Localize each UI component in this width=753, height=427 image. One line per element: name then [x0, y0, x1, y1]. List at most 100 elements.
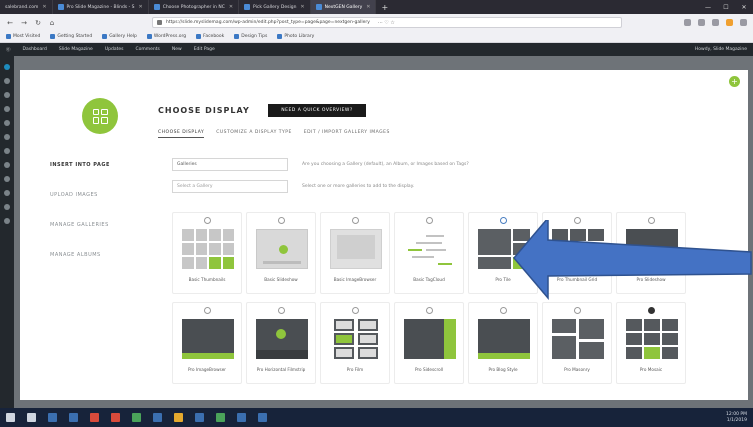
sidebar-icon[interactable]: [698, 19, 705, 26]
close-tab-icon[interactable]: ✕: [300, 4, 304, 10]
menu-comments-icon[interactable]: [4, 120, 10, 126]
radio-button[interactable]: [204, 217, 211, 224]
address-bar[interactable]: https://slide.myslidemag.com/wp-admin/ed…: [152, 17, 622, 28]
menu-settings-icon[interactable]: [4, 204, 10, 210]
nav-upload-images[interactable]: UPLOAD IMAGES: [20, 180, 148, 210]
adminbar-item[interactable]: Updates: [105, 47, 124, 52]
close-window-icon[interactable]: ✕: [735, 4, 753, 11]
gallery-search-input[interactable]: Select a Gallery: [172, 180, 288, 193]
display-card-basic-slideshow[interactable]: Basic Slideshow: [246, 212, 316, 294]
start-icon[interactable]: [6, 413, 15, 422]
file-explorer-icon[interactable]: [69, 413, 78, 422]
bookmark-item[interactable]: Design Tips: [234, 34, 267, 39]
bookmark-item[interactable]: Facebook: [196, 34, 224, 39]
display-card-pro-imagebrowser[interactable]: Pro ImageBrowser: [172, 302, 242, 384]
adminbar-item[interactable]: Slide Magazine: [59, 47, 93, 52]
display-card-pro-mosaic[interactable]: Pro Mosaic: [616, 302, 686, 384]
forward-icon[interactable]: →: [20, 19, 28, 27]
adminbar-item[interactable]: Edit Page: [194, 47, 215, 52]
close-tab-icon[interactable]: ✕: [42, 4, 46, 10]
radio-button[interactable]: [352, 217, 359, 224]
bookmark-item[interactable]: WordPress.org: [146, 34, 186, 39]
app-icon[interactable]: [195, 413, 204, 422]
gallery-source-select[interactable]: Galleries: [172, 158, 288, 171]
browser-tab[interactable]: Pick Gallery Design ✕: [239, 0, 311, 14]
display-card-basic-imagebrowser[interactable]: Basic ImageBrowser: [320, 212, 390, 294]
task-view-icon[interactable]: [48, 413, 57, 422]
radio-button[interactable]: [648, 307, 655, 314]
adminbar-item[interactable]: Dashboard: [23, 47, 47, 52]
extension-icon[interactable]: [726, 19, 733, 26]
menu-posts-icon[interactable]: [4, 78, 10, 84]
close-tab-icon[interactable]: ✕: [229, 4, 233, 10]
display-card-basic-tagcloud[interactable]: Basic TagCloud: [394, 212, 464, 294]
menu-media-icon[interactable]: [4, 92, 10, 98]
app-icon[interactable]: [258, 413, 267, 422]
minimize-icon[interactable]: —: [699, 4, 717, 11]
system-clock[interactable]: 12:00 PM 1/1/2019: [726, 412, 747, 424]
plus-icon[interactable]: +: [729, 76, 740, 87]
radio-button[interactable]: [278, 307, 285, 314]
library-icon[interactable]: [684, 19, 691, 26]
tab-customize-display[interactable]: CUSTOMIZE A DISPLAY TYPE: [216, 130, 292, 138]
radio-button[interactable]: [204, 307, 211, 314]
new-tab-icon[interactable]: +: [376, 3, 393, 12]
nav-manage-albums[interactable]: MANAGE ALBUMS: [20, 240, 148, 270]
bookmark-item[interactable]: Most Visited: [6, 34, 40, 39]
display-card-pro-horizontal-filmstrip[interactable]: Pro Horizontal Filmstrip: [246, 302, 316, 384]
bookmark-item[interactable]: Gallery Help: [102, 34, 137, 39]
tab-edit-import[interactable]: EDIT / IMPORT GALLERY IMAGES: [304, 130, 390, 138]
display-card-pro-sidescroll[interactable]: Pro Sidescroll: [394, 302, 464, 384]
back-icon[interactable]: ←: [6, 19, 14, 27]
bookmark-item[interactable]: Getting Started: [50, 34, 92, 39]
browser-tab-active[interactable]: NextGEN Gallery ✕: [310, 0, 377, 14]
menu-tools-icon[interactable]: [4, 190, 10, 196]
browser-tab[interactable]: Pro Slide Magazine - Blinds - S ✕: [53, 0, 149, 14]
radio-button[interactable]: [352, 307, 359, 314]
menu-gallery-icon[interactable]: [4, 134, 10, 140]
close-tab-icon[interactable]: ✕: [366, 4, 370, 10]
adminbar-item[interactable]: Comments: [135, 47, 159, 52]
close-tab-icon[interactable]: ✕: [138, 4, 142, 10]
menu-appearance-icon[interactable]: [4, 148, 10, 154]
app-icon[interactable]: [237, 413, 246, 422]
reload-icon[interactable]: ↻: [34, 19, 42, 27]
app-icon[interactable]: [90, 413, 99, 422]
radio-button[interactable]: [500, 307, 507, 314]
radio-button[interactable]: [574, 307, 581, 314]
adminbar-account[interactable]: Howdy, Slide Magazine: [695, 47, 747, 52]
app-icon[interactable]: [153, 413, 162, 422]
menu-pages-icon[interactable]: [4, 106, 10, 112]
app-icon[interactable]: [132, 413, 141, 422]
wp-logo-icon[interactable]: ⓪: [6, 47, 11, 53]
menu-users-icon[interactable]: [4, 176, 10, 182]
tab-choose-display[interactable]: CHOOSE DISPLAY: [158, 130, 205, 138]
page-actions-icon[interactable]: ··· ♡ ☆: [378, 20, 395, 26]
adminbar-item[interactable]: New: [172, 47, 182, 52]
display-card-basic-thumbnails[interactable]: Basic Thumbnails: [172, 212, 242, 294]
display-card-pro-masonry[interactable]: Pro Masonry: [542, 302, 612, 384]
menu-collapse-icon[interactable]: [4, 218, 10, 224]
quick-overview-button[interactable]: NEED A QUICK OVERVIEW?: [268, 104, 366, 117]
maximize-icon[interactable]: ☐: [717, 4, 735, 11]
radio-button[interactable]: [426, 217, 433, 224]
menu-plugins-icon[interactable]: [4, 162, 10, 168]
app-icon[interactable]: [216, 413, 225, 422]
search-icon[interactable]: [27, 413, 36, 422]
radio-button[interactable]: [500, 217, 507, 224]
menu-icon[interactable]: [740, 19, 747, 26]
radio-button[interactable]: [278, 217, 285, 224]
nav-insert-into-page[interactable]: INSERT INTO PAGE: [20, 150, 148, 180]
browser-tab[interactable]: Choose Photographer in NC ✕: [149, 0, 240, 14]
display-card-pro-film[interactable]: Pro Film: [320, 302, 390, 384]
app-icon[interactable]: [111, 413, 120, 422]
nav-manage-galleries[interactable]: MANAGE GALLERIES: [20, 210, 148, 240]
radio-button[interactable]: [426, 307, 433, 314]
browser-tab[interactable]: salebrand.com ✕: [0, 0, 53, 14]
firefox-icon[interactable]: [174, 413, 183, 422]
menu-dashboard-icon[interactable]: [4, 64, 10, 70]
bookmark-item[interactable]: Photo Library: [277, 34, 314, 39]
account-icon[interactable]: [712, 19, 719, 26]
home-icon[interactable]: ⌂: [48, 19, 56, 27]
display-card-pro-blog-style[interactable]: Pro Blog Style: [468, 302, 538, 384]
